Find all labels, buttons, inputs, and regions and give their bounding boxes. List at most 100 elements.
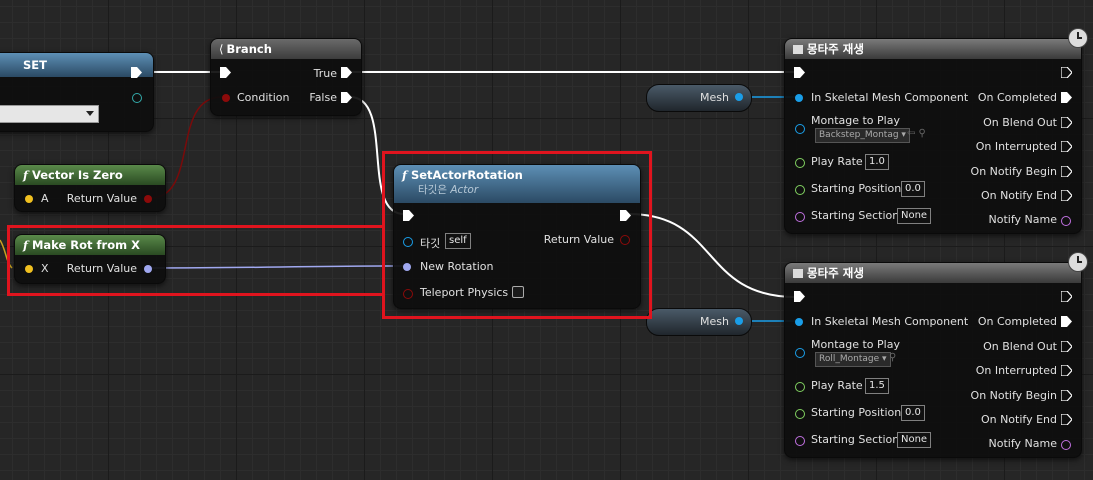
pm1-montage-pin[interactable] [795,124,805,134]
pm1-play-rate-pin[interactable] [795,158,805,168]
pm2-on-interrupted-pin[interactable] [1061,365,1072,376]
pm1-on-completed-label: On Completed [977,91,1057,104]
pm1-on-notify-begin-pin[interactable] [1061,166,1072,177]
branch-exec-in-pin[interactable] [220,67,231,78]
pm2-on-notify-end-pin[interactable] [1061,414,1072,425]
mesh-variable-2[interactable]: Mesh [646,308,752,336]
make-rot-x-pin[interactable] [25,265,33,273]
pm2-on-notify-begin-pin[interactable] [1061,390,1072,401]
pm1-on-notify-end-pin[interactable] [1061,190,1072,201]
latent-clock-icon [1068,252,1088,272]
pm2-montage-label: Montage to Play [811,338,900,351]
montage-icon [793,269,803,278]
pm2-notify-name-pin[interactable] [1061,440,1071,450]
function-icon: f [23,168,28,182]
pm2-start-section-pin[interactable] [795,436,805,446]
function-icon: f [23,238,28,252]
mesh-variable-2-pin[interactable] [735,317,743,325]
pm1-exec-in-pin[interactable] [794,67,805,78]
pm1-notify-name-pin[interactable] [1061,216,1071,226]
pm2-on-completed-pin[interactable] [1061,316,1072,327]
pm1-montage-combo[interactable]: Backstep_Montag ▾ [815,128,910,143]
play-montage-1-header: 몽타주 재생 [785,39,1081,59]
vector-return-label: Return Value [66,192,137,205]
pm1-start-section-value[interactable]: None [897,208,932,224]
set-node[interactable]: SET [0,52,154,132]
make-rot-return-pin[interactable] [144,265,152,273]
pm1-exec-out-pin[interactable] [1061,67,1072,78]
branch-icon: ⟨ [219,42,224,56]
branch-title: Branch [226,42,272,56]
play-montage-node-2[interactable]: 몽타주 재생 In Skeletal Mesh Component On Com… [784,262,1082,458]
pm2-on-interrupted-label: On Interrupted [975,364,1057,377]
set-exec-out-pin[interactable] [131,67,142,78]
pm2-montage-combo[interactable]: Roll_Montage ▾ [815,352,891,367]
pm1-on-blend-out-pin[interactable] [1061,117,1072,128]
make-rot-title: Make Rot from X [31,238,140,252]
vector-is-zero-node[interactable]: f Vector Is Zero A Return Value [14,164,166,212]
pm2-in-mesh-label: In Skeletal Mesh Component [811,315,969,328]
vector-is-zero-header: f Vector Is Zero [15,165,165,185]
pm1-start-pos-label: Starting Position [811,182,902,195]
pm1-on-interrupted-pin[interactable] [1061,141,1072,152]
branch-true-label: True [313,67,337,80]
vector-return-pin[interactable] [144,195,152,203]
mesh-variable-1-label: Mesh [700,91,729,104]
set-output-pin[interactable] [132,93,142,103]
pm2-play-rate-pin[interactable] [795,382,805,392]
branch-false-pin[interactable] [341,92,352,103]
pm1-notify-name-label: Notify Name [988,213,1057,226]
pm1-on-notify-end-label: On Notify End [980,189,1057,202]
pm1-browse-icons[interactable]: ⇦ ⚲ [907,128,926,139]
pm2-on-blend-out-label: On Blend Out [983,340,1057,353]
pm2-on-notify-begin-label: On Notify Begin [970,389,1057,402]
mesh-variable-1-pin[interactable] [735,93,743,101]
pm2-mesh-pin[interactable] [795,318,803,326]
pm1-in-mesh-label: In Skeletal Mesh Component [811,91,969,104]
branch-condition-pin[interactable] [222,94,230,102]
pm2-start-section-label: Starting Section [811,433,900,446]
mesh-variable-2-label: Mesh [700,315,729,328]
pm2-montage-pin[interactable] [795,348,805,358]
pm2-montage-value: Roll_Montage [819,354,880,364]
pm1-play-rate-value[interactable]: 1.0 [865,154,889,170]
pm2-start-pos-label: Starting Position [811,406,902,419]
mesh-variable-1[interactable]: Mesh [646,84,752,112]
branch-node[interactable]: ⟨ Branch True Condition False [210,38,362,116]
make-rot-node[interactable]: f Make Rot from X X Return Value [14,234,166,284]
pm2-exec-in-pin[interactable] [794,291,805,302]
vector-a-label: A [41,192,49,205]
branch-false-label: False [309,91,337,104]
vector-is-zero-title: Vector Is Zero [31,168,123,182]
pm1-start-pos-value[interactable]: 0.0 [901,181,925,197]
pm1-montage-value: Backstep_Montag [819,130,899,140]
pm2-on-completed-label: On Completed [977,315,1057,328]
pm1-montage-label: Montage to Play [811,114,900,127]
make-rot-return-label: Return Value [66,262,137,275]
pm2-start-pos-pin[interactable] [795,409,805,419]
make-rot-header: f Make Rot from X [15,235,165,255]
pm2-on-blend-out-pin[interactable] [1061,341,1072,352]
pm2-on-notify-end-label: On Notify End [980,413,1057,426]
play-montage-1-title: 몽타주 재생 [807,42,864,56]
play-montage-2-header: 몽타주 재생 [785,263,1081,283]
pm2-browse-icons[interactable]: ⚲ [889,352,896,363]
pm1-start-section-pin[interactable] [795,212,805,222]
pm2-play-rate-value[interactable]: 1.5 [865,378,889,394]
pm1-on-blend-out-label: On Blend Out [983,116,1057,129]
pm2-start-pos-value[interactable]: 0.0 [901,405,925,421]
vector-a-pin[interactable] [25,195,33,203]
pm1-play-rate-label: Play Rate [811,155,863,168]
pm1-start-section-label: Starting Section [811,209,900,222]
set-value-dropdown[interactable] [0,105,99,123]
play-montage-node-1[interactable]: 몽타주 재생 In Skeletal Mesh Component On Com… [784,38,1082,234]
pm1-on-interrupted-label: On Interrupted [975,140,1057,153]
pm2-exec-out-pin[interactable] [1061,291,1072,302]
branch-condition-label: Condition [237,91,290,104]
pm1-start-pos-pin[interactable] [795,185,805,195]
branch-true-pin[interactable] [341,67,352,78]
pm1-on-completed-pin[interactable] [1061,92,1072,103]
montage-icon [793,45,803,54]
pm1-mesh-pin[interactable] [795,94,803,102]
pm2-start-section-value[interactable]: None [897,432,932,448]
